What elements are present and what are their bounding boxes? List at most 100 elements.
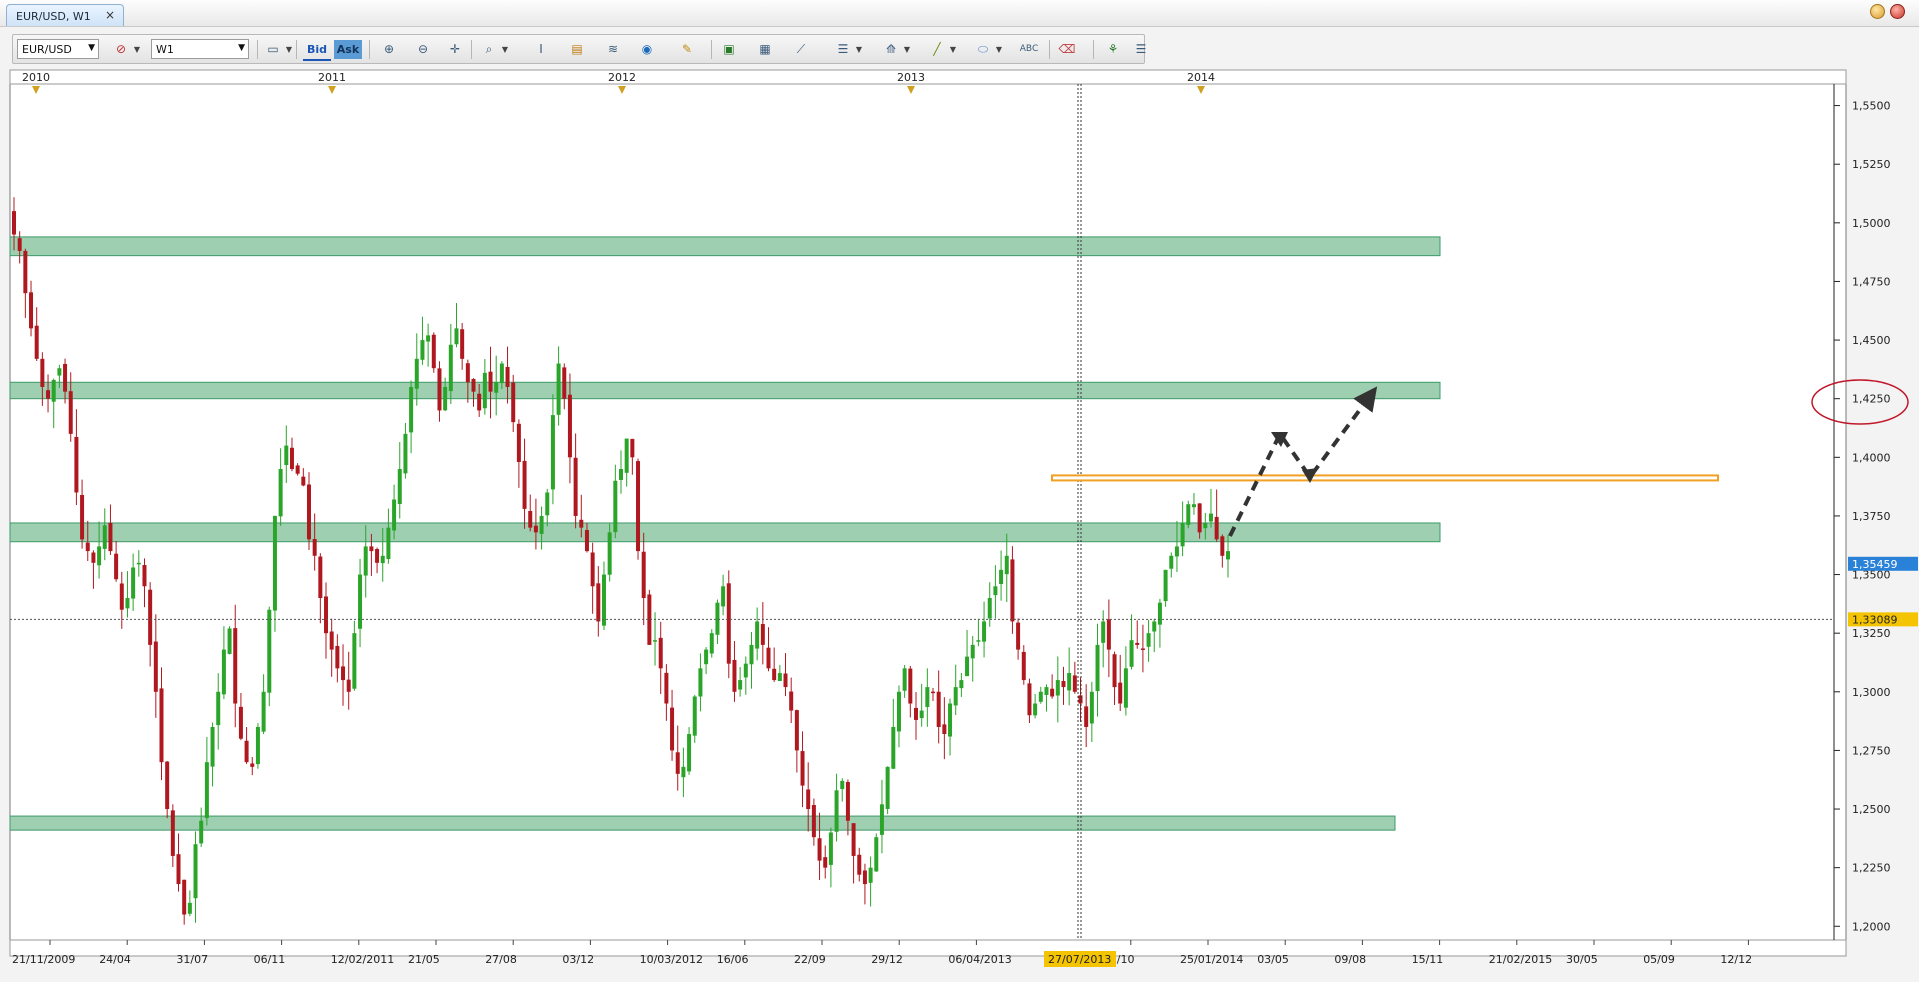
candle-body — [301, 476, 306, 486]
candle-body — [261, 691, 266, 732]
zone-band[interactable] — [9, 236, 1441, 257]
candle-body — [936, 691, 941, 727]
candle-body — [607, 532, 612, 575]
year-label: 2013 — [897, 71, 925, 84]
current-price-label: 1,35459 — [1852, 558, 1898, 571]
candle-body — [619, 469, 623, 480]
candle-body — [800, 751, 805, 786]
date-label: 09/08 — [1334, 953, 1366, 966]
zone-band[interactable] — [9, 381, 1441, 400]
candle-body — [68, 391, 73, 434]
candle-body — [987, 598, 992, 619]
price-chart[interactable]: 1,5500 1,5250 1,5000 1,4750 1,4500 1,4250 1,40… — [0, 0, 1919, 982]
candle-body — [454, 328, 459, 345]
candle-body — [556, 363, 561, 415]
candle-body — [465, 363, 470, 383]
candle-body — [295, 465, 300, 474]
candle-body — [244, 740, 249, 763]
candle-body — [687, 734, 692, 772]
candle-body — [443, 386, 448, 411]
candle-body — [29, 292, 34, 329]
candle-body — [119, 583, 124, 610]
candle-body — [1033, 703, 1038, 716]
candle-body — [193, 844, 198, 899]
price-tick-label: 1,4250 — [1852, 393, 1891, 406]
candle-body — [1016, 622, 1021, 650]
candle-body — [851, 823, 856, 856]
candle-body — [896, 691, 901, 732]
candle-body — [125, 598, 130, 609]
candle-body — [953, 687, 958, 706]
candle-body — [1146, 633, 1151, 647]
candle-body — [380, 555, 385, 564]
candle-body — [136, 562, 141, 565]
candle-body — [806, 789, 811, 810]
candle-body — [142, 565, 147, 587]
zone-band[interactable] — [9, 815, 1396, 831]
year-strip — [9, 69, 1847, 85]
candle-body — [448, 344, 453, 392]
candle-body — [409, 386, 414, 433]
candle-body — [420, 340, 425, 360]
candle-body — [12, 211, 16, 235]
candle-body — [596, 583, 601, 622]
candle-body — [959, 680, 964, 689]
candle-body — [862, 870, 867, 885]
candle-body — [1021, 651, 1026, 681]
candle-body — [925, 687, 930, 707]
candle-body — [460, 329, 465, 359]
candle-body — [426, 335, 431, 342]
candle-body — [85, 542, 90, 552]
candle-body — [624, 438, 629, 473]
candle-body — [942, 724, 947, 734]
zone-band[interactable] — [9, 522, 1441, 543]
candle-body — [63, 363, 68, 392]
candle-body — [1112, 654, 1117, 688]
date-label: 15/11 — [1412, 953, 1444, 966]
candle-body — [494, 382, 499, 393]
date-label: 03/05 — [1257, 953, 1289, 966]
candle-body — [613, 480, 618, 533]
candle-body — [692, 696, 697, 736]
date-label: 21/02/2015 — [1489, 953, 1552, 966]
candle-body — [329, 631, 334, 650]
candle-body — [516, 423, 521, 462]
candle-body — [437, 368, 442, 411]
candle-body — [176, 854, 181, 885]
candle-body — [1169, 555, 1174, 569]
candle-body — [1072, 675, 1077, 692]
candle-body — [1106, 619, 1111, 650]
candle-body — [817, 838, 822, 861]
candle-body — [403, 433, 408, 474]
price-tick-label: 1,3750 — [1852, 510, 1891, 523]
candle-body — [1191, 504, 1196, 508]
candle-body — [636, 461, 641, 552]
candle-body — [845, 782, 850, 821]
candle-body — [80, 494, 85, 540]
candle-body — [868, 867, 873, 883]
date-label: 21/05 — [408, 953, 440, 966]
candle-body — [40, 358, 45, 387]
candle-body — [1203, 522, 1208, 529]
candle-body — [272, 515, 277, 611]
price-tick-label: 1,5000 — [1852, 217, 1891, 230]
candle-body — [664, 672, 669, 704]
candle-body — [505, 366, 510, 387]
candle-body — [182, 879, 187, 915]
candle-body — [948, 703, 953, 737]
price-tick-label: 1,5500 — [1852, 100, 1891, 113]
resistance-line[interactable] — [1051, 474, 1719, 482]
candle-body — [1135, 642, 1140, 645]
date-label: 05/09 — [1643, 953, 1675, 966]
candle-body — [153, 641, 158, 692]
candle-body — [1067, 673, 1072, 691]
candle-body — [579, 519, 584, 528]
date-label: 24/04 — [99, 953, 131, 966]
candle-body — [431, 334, 436, 369]
candle-body — [533, 525, 538, 533]
candle-body — [204, 762, 209, 819]
candle-body — [499, 363, 504, 384]
candle-body — [675, 752, 680, 774]
candle-body — [721, 586, 726, 607]
date-label: 27/08 — [485, 953, 517, 966]
